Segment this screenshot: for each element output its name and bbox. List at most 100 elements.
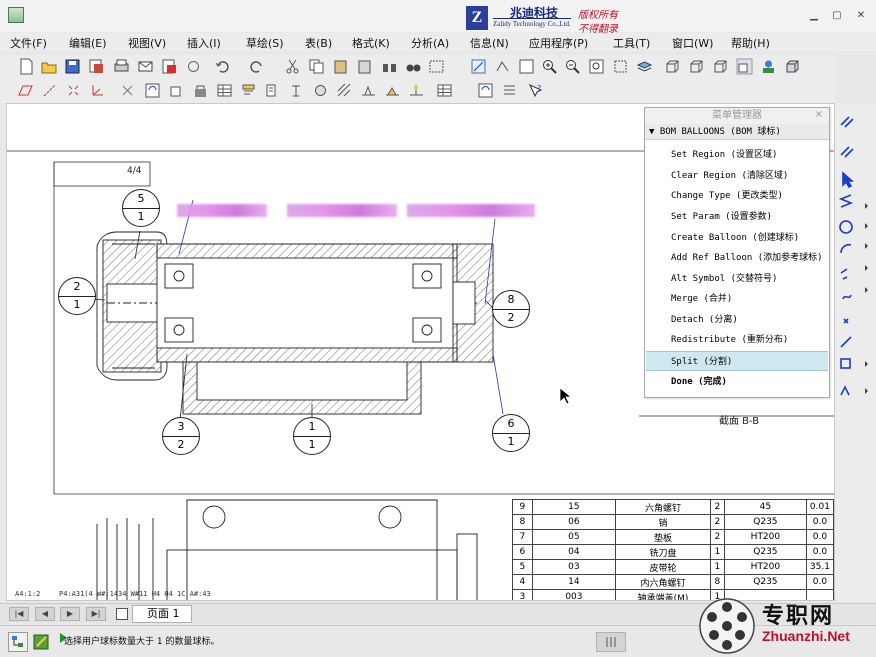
select-box-icon[interactable] bbox=[428, 58, 445, 75]
table-row[interactable]: 4 14 内六角螺钉 8 Q235 0.0 bbox=[512, 574, 834, 590]
tab-page-1[interactable]: 页面 1 bbox=[132, 605, 192, 623]
geometric-tolerance-icon[interactable] bbox=[408, 82, 425, 99]
filter-toggle-icon[interactable] bbox=[596, 632, 626, 652]
browser-toggle-icon[interactable] bbox=[32, 632, 52, 652]
paste-special-icon[interactable] bbox=[356, 58, 373, 75]
menu-table[interactable]: 表(B) bbox=[305, 35, 332, 51]
zoom-fit-icon[interactable] bbox=[518, 58, 535, 75]
context-help-icon[interactable]: ? bbox=[527, 82, 544, 99]
new-file-icon[interactable] bbox=[18, 58, 35, 75]
last-page-icon[interactable]: ▶| bbox=[86, 607, 106, 621]
previous-page-icon[interactable]: ◀ bbox=[35, 607, 55, 621]
table-icon[interactable] bbox=[216, 82, 233, 99]
menu-edit[interactable]: 编辑(E) bbox=[69, 35, 107, 51]
surface-finish-icon[interactable] bbox=[360, 82, 377, 99]
spline-icon[interactable] bbox=[842, 294, 852, 300]
wireframe-icon[interactable] bbox=[664, 58, 681, 75]
close-icon[interactable]: ✕ bbox=[855, 10, 867, 21]
no-hidden-icon[interactable] bbox=[712, 58, 729, 75]
construction-line-icon[interactable] bbox=[840, 146, 854, 158]
menu-format[interactable]: 格式(K) bbox=[352, 35, 390, 51]
axis-icon[interactable] bbox=[840, 336, 852, 348]
circle-icon[interactable] bbox=[839, 220, 853, 234]
fillet-icon[interactable] bbox=[840, 268, 848, 280]
table-insert-icon[interactable] bbox=[436, 82, 453, 99]
model-tree-toggle-icon[interactable] bbox=[8, 632, 28, 652]
print-icon[interactable] bbox=[113, 58, 130, 75]
model-tree-icon[interactable] bbox=[760, 58, 777, 75]
menu-manager-close-icon[interactable]: × bbox=[815, 109, 823, 120]
find-icon[interactable] bbox=[381, 58, 398, 75]
menu-item-done[interactable]: Done (完成) bbox=[646, 372, 828, 392]
hidden-line-icon[interactable] bbox=[688, 58, 705, 75]
menu-item-change-type[interactable]: Change Type (更改类型) bbox=[646, 186, 828, 206]
paste-icon[interactable] bbox=[332, 58, 349, 75]
menu-help[interactable]: 帮助(H) bbox=[731, 35, 770, 51]
offset-icon[interactable] bbox=[840, 385, 850, 396]
sketch-line-icon[interactable] bbox=[840, 116, 854, 128]
point-icon[interactable] bbox=[843, 318, 849, 324]
balloon[interactable]: 5 1 bbox=[122, 189, 160, 227]
menu-item-detach[interactable]: Detach (分离) bbox=[646, 310, 828, 330]
menu-info[interactable]: 信息(N) bbox=[470, 35, 509, 51]
open-folder-icon[interactable] bbox=[41, 58, 58, 75]
menu-item-redistribute[interactable]: Redistribute (重新分布) bbox=[646, 330, 828, 350]
menu-item-split[interactable]: Split (分割) bbox=[646, 351, 828, 371]
balloon[interactable]: 6 1 bbox=[492, 414, 530, 452]
first-page-icon[interactable]: |◀ bbox=[9, 607, 29, 621]
menu-file[interactable]: 文件(F) bbox=[10, 35, 47, 51]
save-copy-icon[interactable] bbox=[88, 58, 105, 75]
layers-icon[interactable] bbox=[636, 58, 653, 75]
send-mail-icon[interactable] bbox=[137, 58, 154, 75]
next-page-icon[interactable]: ▶ bbox=[60, 607, 80, 621]
hatch-icon[interactable] bbox=[336, 82, 353, 99]
copy-icon[interactable] bbox=[308, 58, 325, 75]
table-row[interactable]: 8 06 销 2 Q235 0.0 bbox=[512, 514, 834, 530]
symbol-icon[interactable] bbox=[312, 82, 329, 99]
weld-symbol-icon[interactable] bbox=[384, 82, 401, 99]
table-row[interactable]: 5 03 皮带轮 1 HT200 35.1 bbox=[512, 559, 834, 575]
view-manager-icon[interactable] bbox=[168, 82, 185, 99]
lock-view-icon[interactable] bbox=[192, 82, 209, 99]
menu-item-set-param[interactable]: Set Param (设置参数) bbox=[646, 207, 828, 227]
undo-icon[interactable] bbox=[214, 58, 231, 75]
datum-plane-icon[interactable] bbox=[17, 82, 34, 99]
maximize-icon[interactable]: ▢ bbox=[831, 10, 843, 21]
menu-item-create-balloon[interactable]: Create Balloon (创建球标) bbox=[646, 228, 828, 248]
menu-item-merge[interactable]: Merge (合并) bbox=[646, 289, 828, 309]
menu-sketch[interactable]: 草绘(S) bbox=[246, 35, 284, 51]
menu-tools[interactable]: 工具(T) bbox=[613, 35, 650, 51]
datum-point-icon[interactable] bbox=[65, 82, 82, 99]
table-row[interactable]: 6 04 铣刀盘 1 Q235 0.0 bbox=[512, 544, 834, 560]
balloon[interactable]: 1 1 bbox=[293, 417, 331, 455]
menu-item-alt-symbol[interactable]: Alt Symbol (交替符号) bbox=[646, 269, 828, 289]
note-icon[interactable] bbox=[264, 82, 281, 99]
zigzag-line-icon[interactable] bbox=[838, 194, 854, 208]
menu-item-clear-region[interactable]: Clear Region (清除区域) bbox=[646, 166, 828, 186]
saved-view-icon[interactable] bbox=[612, 58, 629, 75]
cut-icon[interactable] bbox=[284, 58, 301, 75]
balloon[interactable]: 3 2 bbox=[162, 417, 200, 455]
balloon[interactable]: 8 2 bbox=[492, 290, 530, 328]
menu-insert[interactable]: 插入(I) bbox=[187, 35, 221, 51]
menu-manager-header[interactable]: ▼ BOM BALLOONS (BOM 球标) bbox=[645, 124, 829, 140]
text-style-icon[interactable] bbox=[288, 82, 305, 99]
pdf-export-icon[interactable] bbox=[161, 58, 178, 75]
datum-axis-icon[interactable] bbox=[41, 82, 58, 99]
zoom-out-icon[interactable] bbox=[564, 58, 581, 75]
minimize-icon[interactable]: ▁ bbox=[808, 10, 820, 21]
menu-applications[interactable]: 应用程序(P) bbox=[529, 35, 588, 51]
repaint-icon[interactable] bbox=[470, 58, 487, 75]
save-icon[interactable] bbox=[64, 58, 81, 75]
align-icon[interactable] bbox=[501, 82, 518, 99]
rectangle-icon[interactable] bbox=[840, 358, 851, 369]
delete-icon[interactable] bbox=[119, 82, 136, 99]
table-row[interactable]: 9 15 六角螺钉 2 45 0.01 bbox=[512, 499, 834, 515]
menu-window[interactable]: 窗口(W) bbox=[672, 35, 713, 51]
redo-icon[interactable] bbox=[248, 58, 265, 75]
orient-icon[interactable] bbox=[494, 58, 511, 75]
select-arrow-icon[interactable] bbox=[842, 171, 855, 189]
binoculars-icon[interactable] bbox=[405, 58, 422, 75]
menu-analysis[interactable]: 分析(A) bbox=[411, 35, 449, 51]
menu-item-set-region[interactable]: Set Region (设置区域) bbox=[646, 145, 828, 165]
